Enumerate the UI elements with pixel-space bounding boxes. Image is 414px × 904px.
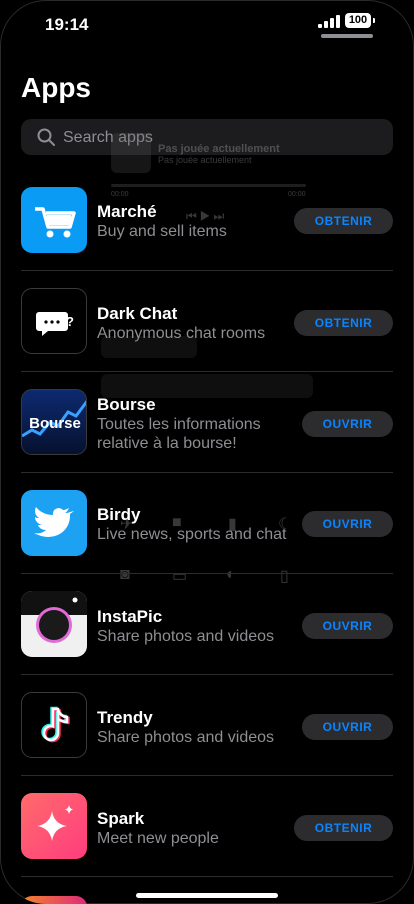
app-description: Meet new people [97,830,219,847]
get-button[interactable]: OBTENIR [294,815,393,841]
app-description: Share photos and videos [97,628,275,645]
music-note-icon [41,706,70,743]
search-input[interactable] [61,119,385,157]
app-icon [21,692,87,758]
app-description: Buy and sell items [97,223,227,240]
app-name: Dark Chat [97,304,178,323]
status-bar: 19:14 100 [0,0,414,46]
app-name: InstaPic [97,607,163,626]
chat-bubble-icon: ? [36,312,74,336]
camera-lens-icon [21,591,87,643]
shopping-cart-icon [35,207,76,238]
list-item[interactable] [0,877,414,904]
bird-icon [34,507,74,537]
list-item[interactable]: Marché Buy and sell items OBTENIR [0,170,414,271]
app-description: Share photos and videos [97,729,275,746]
page-title: Apps [21,72,91,103]
open-button[interactable]: OUVRIR [302,411,393,437]
list-item[interactable]: InstaPic Share photos and videos OUVRIR [0,574,414,675]
get-button[interactable]: OBTENIR [294,208,393,234]
app-name: Marché [97,202,157,221]
app-icon [21,896,87,904]
list-item[interactable]: Bourse Bourse Toutes les informations re… [0,372,414,473]
home-indicator[interactable] [136,893,278,898]
list-item[interactable]: ? Dark Chat Anonymous chat rooms OBTENIR [0,271,414,372]
search-bar[interactable] [21,119,393,157]
app-icon: ? [21,288,87,354]
svg-text:?: ? [66,314,74,329]
top-grabber[interactable] [321,34,373,38]
app-name: Birdy [97,505,141,524]
phone-screen: 19:14 100 Apps Pas jouée actuellement Pa… [0,0,414,904]
app-icon [21,490,87,556]
get-button[interactable]: OBTENIR [294,310,393,336]
battery-icon: 100 [345,13,371,28]
sparkle-icon [37,805,73,841]
app-icon [21,591,87,657]
app-icon: Bourse [21,389,87,455]
app-description: Live news, sports and chat [97,526,287,543]
app-name: Trendy [97,708,153,727]
status-time: 19:14 [45,15,89,34]
list-item[interactable]: Trendy Share photos and videos OUVRIR [0,675,414,776]
list-item[interactable]: Spark Meet new people OBTENIR [0,776,414,877]
open-button[interactable]: OUVRIR [302,613,393,639]
app-description: Toutes les informations relative à la bo… [97,416,261,452]
app-name: Bourse [97,395,156,414]
bourse-logo-text: Bourse [29,415,81,432]
open-button[interactable]: OUVRIR [302,511,393,537]
battery-tip [373,18,375,23]
app-icon [21,793,87,859]
app-name: Spark [97,809,145,828]
app-description: Anonymous chat rooms [97,325,266,342]
list-item[interactable]: Birdy Live news, sports and chat OUVRIR [0,473,414,574]
signal-icon [318,15,340,28]
search-icon [37,128,55,146]
app-icon [21,187,87,253]
stock-chart-icon: Bourse [22,390,86,454]
open-button[interactable]: OUVRIR [302,714,393,740]
